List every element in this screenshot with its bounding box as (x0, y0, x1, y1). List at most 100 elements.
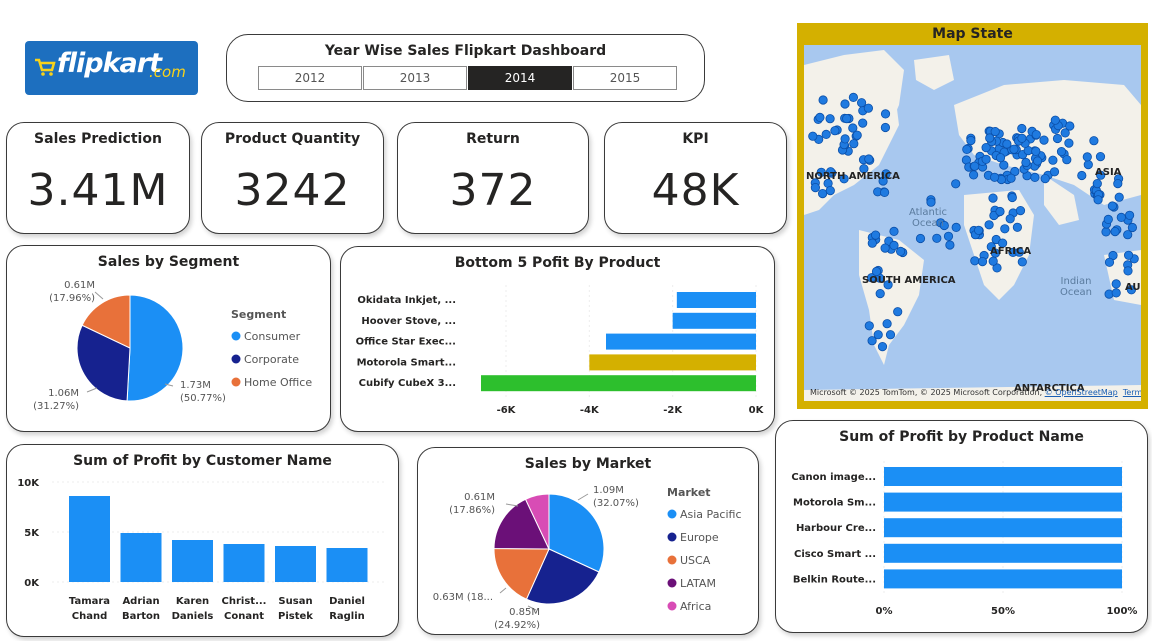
bar[interactable] (884, 492, 1122, 512)
category-label: Canon image... (791, 472, 876, 483)
axis-tick: 0K (24, 578, 40, 589)
map-marker (885, 330, 896, 340)
bar[interactable] (672, 312, 756, 329)
data-label-pct: (32.07%) (593, 498, 639, 509)
leader-line (577, 493, 589, 501)
map-marker (818, 189, 828, 199)
map-marker (867, 336, 877, 346)
map-marker (1095, 152, 1106, 162)
bar[interactable] (676, 292, 756, 308)
axis-tick: 0% (876, 606, 893, 617)
year-tab-2014[interactable]: 2014 (468, 66, 572, 90)
category-label: Raglin (329, 611, 365, 622)
terms-link[interactable]: Terms (1123, 388, 1141, 397)
sales-by-segment-card: Sales by Segment 1.73M (50.77%) 1.06M (31.2… (6, 245, 331, 432)
map-marker (840, 134, 850, 144)
bar[interactable] (589, 354, 756, 371)
bar[interactable] (275, 546, 316, 582)
market-pie-chart[interactable]: 1.09M (32.07%) 0.85M (24.92%) 0.63M (18... 0.… (418, 448, 758, 634)
legend-item[interactable]: Europe (680, 531, 719, 544)
product-bar-chart[interactable]: 0% 50% 100% Canon image... Motorola Sm... Har… (776, 421, 1147, 632)
legend-item[interactable]: Africa (680, 600, 711, 613)
axis-tick: -4K (580, 405, 600, 416)
legend-item[interactable]: Home Office (244, 376, 312, 389)
map-marker (974, 225, 984, 235)
world-map[interactable]: NORTH AMERICA ASIA AFRICA SOUTH AMERICA … (804, 45, 1141, 401)
kpi-title: Product Quantity (224, 131, 361, 147)
bar[interactable] (223, 544, 265, 582)
map-marker (969, 170, 979, 180)
bar[interactable] (884, 518, 1122, 538)
year-tab-2012[interactable]: 2012 (258, 66, 362, 90)
bar[interactable] (884, 467, 1122, 486)
map-marker (1101, 227, 1111, 237)
map-marker (1111, 279, 1121, 289)
map-marker (1017, 133, 1027, 143)
map-credit-text: © 2025 TomTom, © 2025 Microsoft Corporat… (848, 388, 1043, 397)
data-label: 1.09M (593, 485, 624, 496)
bar[interactable] (481, 375, 756, 392)
map-marker (880, 122, 891, 133)
category-label: Harbour Cre... (796, 523, 876, 534)
year-tab-2015[interactable]: 2015 (573, 66, 677, 90)
customer-bar-chart[interactable]: 10K 5K 0K Tamara Chand Adrian Barton Karen Danie… (7, 445, 398, 636)
axis-tick: 10K (17, 478, 40, 489)
bar[interactable] (326, 548, 368, 582)
pie-slice[interactable] (126, 294, 184, 402)
map-marker (880, 109, 891, 119)
bar[interactable] (172, 540, 213, 582)
legend-item[interactable]: Consumer (244, 330, 301, 343)
map-marker (1031, 130, 1041, 140)
category-label: Cubify CubeX 3... (359, 378, 456, 389)
kpi-card-kpi: KPI 48K (604, 122, 787, 234)
map-label-australia: AUS (1125, 282, 1141, 293)
map-marker (848, 92, 859, 103)
axis-tick: 5K (24, 528, 40, 539)
map-marker (1104, 257, 1115, 267)
bar[interactable] (120, 533, 162, 582)
year-slicer: 2012 2013 2014 2015 (258, 66, 678, 90)
map-marker (1093, 195, 1103, 205)
category-label: Office Star Exec... (356, 337, 456, 348)
leader-line (94, 291, 104, 300)
kpi-title: KPI (682, 131, 709, 147)
map-marker (988, 193, 998, 203)
legend-item[interactable]: USCA (680, 554, 711, 567)
bottom5-bar-chart[interactable]: Okidata Inkjet, ... Hoover Stove, ... Offi… (341, 247, 774, 431)
legend-title: Segment (231, 308, 286, 321)
legend-item[interactable]: LATAM (680, 577, 716, 590)
legend-item[interactable]: Asia Pacific (680, 508, 742, 521)
map-marker (1005, 214, 1015, 224)
bar[interactable] (69, 496, 110, 582)
osm-link[interactable]: © OpenStreetMap (1045, 388, 1118, 397)
map-marker (981, 143, 991, 153)
logo-tld: .com (149, 63, 186, 81)
map-marker (825, 114, 835, 124)
category-label: Susan (278, 596, 312, 607)
map-marker (864, 154, 874, 164)
bar[interactable] (606, 333, 756, 350)
category-label: Karen (176, 596, 209, 607)
kpi-card-product-quantity: Product Quantity 3242 (201, 122, 384, 234)
category-label: Conant (224, 611, 264, 622)
map-marker (1052, 133, 1063, 144)
legend-item[interactable]: Corporate (244, 353, 299, 366)
bar[interactable] (884, 569, 1122, 589)
segment-pie-chart[interactable]: 1.73M(50.77%)1.06M(31.27%)0.61M(17.96%)S… (7, 246, 330, 431)
data-label: 0.61M (64, 280, 95, 291)
data-label-pct: (50.77%) (180, 393, 226, 404)
kpi-value: 48K (651, 165, 740, 216)
map-marker (1007, 192, 1017, 203)
year-tab-2013[interactable]: 2013 (363, 66, 467, 90)
category-label: Tamara (69, 596, 110, 607)
data-label: 1.73M (180, 380, 211, 391)
bar[interactable] (884, 543, 1122, 563)
legend-marker (667, 555, 677, 565)
map-marker (945, 240, 955, 250)
map-marker (849, 139, 859, 149)
map-marker (875, 289, 885, 299)
map-marker (1049, 167, 1060, 177)
map-marker (1077, 170, 1087, 181)
category-label: Chand (72, 611, 107, 622)
ocean-label-atlantic: Atlantic Ocean (908, 207, 948, 229)
